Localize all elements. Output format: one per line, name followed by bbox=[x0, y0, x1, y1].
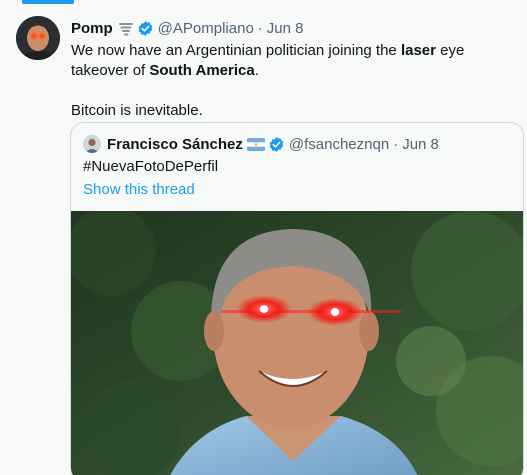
text-bold-south-america: South America bbox=[149, 62, 255, 79]
verified-badge-icon bbox=[137, 20, 154, 37]
verified-badge-icon bbox=[268, 136, 285, 153]
tweet-paragraph-1: We now have an Argentinian politician jo… bbox=[71, 41, 511, 81]
quoted-tweet-header: Francisco Sánchez @fsancheznqn · Jun 8 bbox=[83, 135, 439, 153]
quoted-tweet[interactable]: Francisco Sánchez @fsancheznqn · Jun 8 #… bbox=[70, 122, 524, 475]
tweet-header: Pomp @APompliano · Jun 8 bbox=[71, 20, 303, 37]
quoted-tweet-date[interactable]: Jun 8 bbox=[402, 136, 439, 153]
quoted-avatar[interactable] bbox=[83, 135, 101, 153]
tweet-date[interactable]: Jun 8 bbox=[267, 20, 304, 37]
quoted-tweet-text: #NuevaFotoDePerfil bbox=[83, 158, 219, 175]
author-handle[interactable]: @APompliano bbox=[158, 20, 254, 37]
tornado-icon bbox=[118, 21, 134, 37]
separator-dot: · bbox=[393, 135, 399, 153]
text-segment: We now have an Argentinian politician jo… bbox=[71, 42, 401, 59]
argentina-flag-icon bbox=[246, 137, 265, 151]
tweet[interactable]: Pomp @APompliano · Jun 8 We now have an … bbox=[0, 0, 527, 475]
quoted-author-name[interactable]: Francisco Sánchez bbox=[107, 136, 243, 153]
author-name[interactable]: Pomp bbox=[71, 20, 113, 37]
tab-indicator bbox=[22, 0, 74, 4]
quoted-author-handle[interactable]: @fsancheznqn bbox=[289, 136, 389, 153]
quoted-tweet-photo[interactable] bbox=[71, 206, 523, 475]
tweet-text: We now have an Argentinian politician jo… bbox=[71, 41, 511, 121]
text-bold-laser: laser bbox=[400, 42, 436, 59]
avatar[interactable] bbox=[16, 16, 60, 60]
text-segment: . bbox=[254, 62, 259, 79]
show-thread-link[interactable]: Show this thread bbox=[83, 181, 195, 198]
tweet-paragraph-2: Bitcoin is inevitable. bbox=[71, 102, 203, 119]
separator-dot: · bbox=[257, 20, 263, 37]
